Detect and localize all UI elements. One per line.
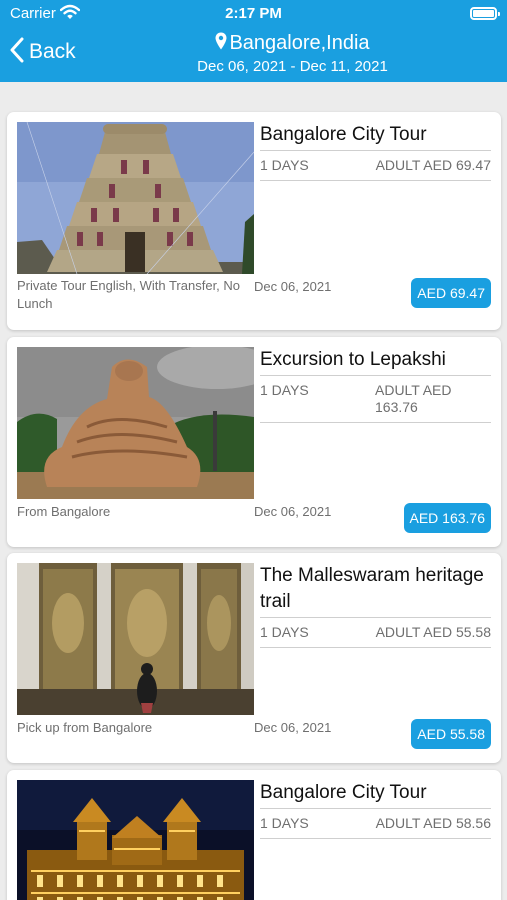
tour-image-nandi-statue (17, 347, 254, 499)
tour-duration: 1 DAYS (260, 382, 309, 398)
tour-info: Bangalore City Tour 1 DAYS ADULT AED 58.… (260, 780, 491, 839)
location-pin-icon (215, 32, 229, 56)
tour-card[interactable]: Bangalore City Tour 1 DAYS ADULT AED 69.… (7, 112, 501, 330)
tour-list: Bangalore City Tour 1 DAYS ADULT AED 69.… (0, 82, 507, 900)
tour-description: Pick up from Bangalore (17, 720, 153, 735)
price-button[interactable]: AED 163.76 (403, 503, 491, 533)
tour-card[interactable]: Excursion to Lepakshi 1 DAYS ADULT AED 1… (7, 337, 501, 547)
back-button[interactable]: Back (9, 37, 76, 67)
status-time: 2:17 PM (225, 5, 282, 22)
tour-duration: 1 DAYS (260, 624, 309, 640)
tour-meta: 1 DAYS ADULT AED 69.47 (260, 151, 491, 181)
tour-title: Bangalore City Tour (260, 122, 491, 151)
tour-card[interactable]: Bangalore City Tour 1 DAYS ADULT AED 58.… (7, 770, 501, 900)
tour-meta: 1 DAYS ADULT AED 58.56 (260, 809, 491, 839)
tour-image-illuminated-palace (17, 780, 254, 900)
tour-info: Bangalore City Tour 1 DAYS ADULT AED 69.… (260, 122, 491, 181)
date-range: Dec 06, 2021 - Dec 11, 2021 (197, 58, 388, 75)
tour-info: Excursion to Lepakshi 1 DAYS ADULT AED 1… (260, 347, 491, 423)
tour-meta: 1 DAYS ADULT AED 55.58 (260, 618, 491, 648)
price-button[interactable]: AED 55.58 (411, 719, 491, 749)
status-bar: Carrier 2:17 PM (0, 0, 507, 28)
tour-meta: 1 DAYS ADULT AED 163.76 (260, 376, 491, 423)
tour-date: Dec 06, 2021 (254, 720, 332, 735)
tour-date: Dec 06, 2021 (254, 504, 332, 519)
location-label: Bangalore,India (229, 32, 370, 54)
tour-title: Bangalore City Tour (260, 780, 491, 809)
chevron-left-icon (9, 37, 25, 68)
tour-title: The Malleswaram heritage trail (260, 563, 491, 618)
navigation-bar: Carrier 2:17 PM Back Bangalore,India Dec… (0, 0, 507, 82)
back-button-label: Back (29, 40, 76, 63)
tour-adult-price: ADULT AED 58.56 (375, 815, 491, 831)
nav-header: Bangalore,India Dec 06, 2021 - Dec 11, 2… (100, 31, 485, 75)
tour-description: From Bangalore (17, 504, 111, 519)
tour-duration: 1 DAYS (260, 157, 309, 173)
tour-adult-price: ADULT AED 69.47 (375, 157, 491, 173)
tour-adult-price: ADULT AED 163.76 (375, 382, 452, 415)
battery-icon (470, 7, 500, 20)
tour-description: Private Tour English, With Transfer, No … (17, 278, 241, 311)
tour-date: Dec 06, 2021 (254, 279, 332, 294)
tour-image-heritage-wall (17, 563, 254, 715)
tour-adult-price: ADULT AED 55.58 (375, 624, 491, 640)
price-button[interactable]: AED 69.47 (411, 278, 491, 308)
tour-card[interactable]: The Malleswaram heritage trail 1 DAYS AD… (7, 553, 501, 763)
tour-info: The Malleswaram heritage trail 1 DAYS AD… (260, 563, 491, 648)
tour-title: Excursion to Lepakshi (260, 347, 491, 376)
tour-duration: 1 DAYS (260, 815, 309, 831)
tour-image-temple-tower (17, 122, 254, 274)
page-title: Bangalore,India (100, 31, 485, 56)
